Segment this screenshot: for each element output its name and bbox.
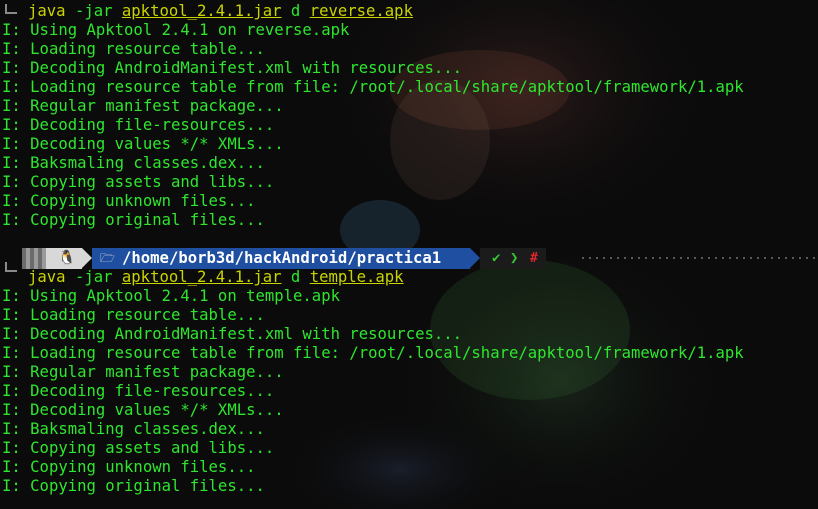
path-segment: 🗁 /home/borb3d/hackAndroid/practica1 (92, 248, 470, 269)
root-marker: # (530, 251, 538, 266)
output-line: I: Copying original files... (2, 477, 265, 495)
command-jar-arg: apktool_2.4.1.jar (121, 268, 282, 286)
chevron-right-icon: ❯ (510, 250, 519, 266)
output-line: I: Copying unknown files... (2, 458, 256, 476)
output-line: I: Loading resource table... (2, 306, 265, 324)
output-line: I: Baksmaling classes.dex... (2, 154, 265, 172)
command-program: java (28, 268, 66, 286)
output-line: I: Decoding values */* XMLs... (2, 135, 284, 153)
output-line: I: Copying assets and libs... (2, 173, 275, 191)
check-icon: ✔ (492, 250, 501, 266)
command-line-1: java -jar apktool_2.4.1.jar d reverse.ap… (28, 2, 413, 20)
command-file-arg: temple.apk (309, 268, 404, 286)
output-line: I: Decoding file-resources... (2, 382, 275, 400)
output-line: I: Copying unknown files... (2, 192, 256, 210)
powerline-prompt: 🐧 🗁 /home/borb3d/hackAndroid/practica1 ✔… (0, 248, 818, 269)
os-segment: 🐧 (46, 248, 82, 269)
output-line: I: Loading resource table... (2, 40, 265, 58)
output-line: I: Decoding file-resources... (2, 116, 275, 134)
terminal-window[interactable]: java -jar apktool_2.4.1.jar d reverse.ap… (0, 0, 818, 509)
linux-tux-icon: 🐧 (58, 250, 76, 266)
current-directory: /home/borb3d/hackAndroid/practica1 (122, 249, 442, 267)
powerline-arrow (82, 248, 92, 268)
status-segment: ✔ ❯ # (480, 248, 546, 269)
output-line: I: Using Apktool 2.4.1 on reverse.apk (2, 21, 350, 39)
output-line: I: Copying original files... (2, 211, 265, 229)
output-line: I: Copying assets and libs... (2, 439, 275, 457)
prompt-fill-dots (582, 257, 818, 259)
command-line-2: java -jar apktool_2.4.1.jar d temple.apk (28, 268, 404, 286)
output-line: I: Decoding AndroidManifest.xml with res… (2, 325, 463, 343)
output-line: I: Using Apktool 2.4.1 on temple.apk (2, 287, 340, 305)
prompt-separator-dots (22, 248, 46, 269)
command-file-arg: reverse.apk (309, 2, 413, 20)
output-line: I: Loading resource table from file: /ro… (2, 344, 744, 362)
output-line: I: Loading resource table from file: /ro… (2, 78, 744, 96)
folder-icon: 🗁 (100, 251, 115, 265)
output-line: I: Baksmaling classes.dex... (2, 420, 265, 438)
output-line: I: Regular manifest package... (2, 363, 284, 381)
output-line: I: Decoding AndroidManifest.xml with res… (2, 59, 463, 77)
output-line: I: Decoding values */* XMLs... (2, 401, 284, 419)
command-jar-arg: apktool_2.4.1.jar (121, 2, 282, 20)
command-program: java (28, 2, 66, 20)
output-line: I: Regular manifest package... (2, 97, 284, 115)
powerline-arrow (470, 248, 480, 268)
